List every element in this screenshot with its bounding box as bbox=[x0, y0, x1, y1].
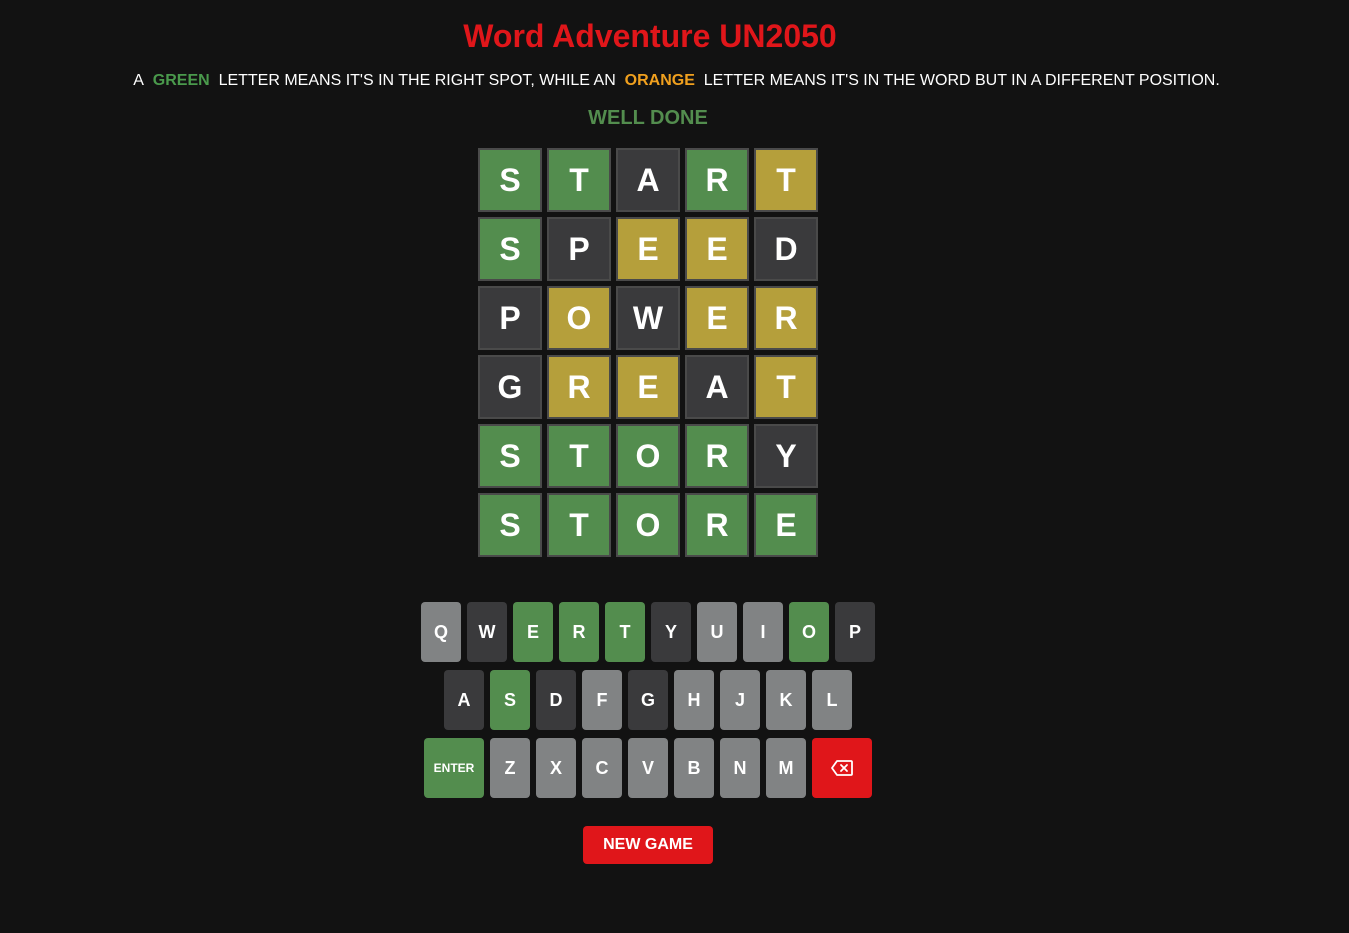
key-y[interactable]: Y bbox=[651, 602, 691, 662]
key-x[interactable]: X bbox=[536, 738, 576, 798]
status-message: WELL DONE bbox=[588, 107, 708, 129]
board-row: STORE bbox=[478, 493, 818, 557]
board-row: GREAT bbox=[478, 355, 818, 419]
board-row: POWER bbox=[478, 286, 818, 350]
board-tile: S bbox=[478, 424, 542, 488]
instructions-middle: LETTER MEANS IT'S IN THE RIGHT SPOT, WHI… bbox=[218, 72, 616, 89]
key-d[interactable]: D bbox=[536, 670, 576, 730]
board-tile: T bbox=[547, 148, 611, 212]
board-tile: T bbox=[547, 424, 611, 488]
board-tile: T bbox=[754, 355, 818, 419]
board-tile: O bbox=[616, 424, 680, 488]
key-o[interactable]: O bbox=[789, 602, 829, 662]
key-p[interactable]: P bbox=[835, 602, 875, 662]
key-c[interactable]: C bbox=[582, 738, 622, 798]
enter-key[interactable]: ENTER bbox=[424, 738, 484, 798]
board-tile: E bbox=[616, 355, 680, 419]
board-tile: D bbox=[754, 217, 818, 281]
board-tile: P bbox=[478, 286, 542, 350]
key-n[interactable]: N bbox=[720, 738, 760, 798]
instructions-suffix: LETTER MEANS IT'S IN THE WORD BUT IN A D… bbox=[703, 72, 1220, 89]
on-screen-keyboard: Q W E R T Y U I O P A S D F G H J K L ENTER Z X C V B N M bbox=[0, 602, 1296, 806]
board-row: SPEED bbox=[478, 217, 818, 281]
board-tile: S bbox=[478, 217, 542, 281]
board-tile: R bbox=[754, 286, 818, 350]
game-board: STARTSPEEDPOWERGREATSTORYSTORE bbox=[478, 148, 818, 562]
board-tile: E bbox=[754, 493, 818, 557]
board-tile: R bbox=[685, 424, 749, 488]
board-row: START bbox=[478, 148, 818, 212]
board-tile: S bbox=[478, 493, 542, 557]
backspace-key[interactable] bbox=[812, 738, 872, 798]
board-tile: T bbox=[547, 493, 611, 557]
key-a[interactable]: A bbox=[444, 670, 484, 730]
key-r[interactable]: R bbox=[559, 602, 599, 662]
board-tile: T bbox=[754, 148, 818, 212]
key-u[interactable]: U bbox=[697, 602, 737, 662]
board-tile: A bbox=[616, 148, 680, 212]
key-b[interactable]: B bbox=[674, 738, 714, 798]
keyboard-row: ASDFGHJKL bbox=[0, 670, 1296, 730]
key-l[interactable]: L bbox=[812, 670, 852, 730]
key-s[interactable]: S bbox=[490, 670, 530, 730]
board-tile: G bbox=[478, 355, 542, 419]
instructions-prefix: A bbox=[133, 72, 144, 89]
instructions: A GREEN LETTER MEANS IT'S IN THE RIGHT S… bbox=[0, 72, 1349, 90]
board-tile: E bbox=[685, 286, 749, 350]
board-tile: P bbox=[547, 217, 611, 281]
board-tile: W bbox=[616, 286, 680, 350]
board-tile: R bbox=[685, 148, 749, 212]
key-q[interactable]: Q bbox=[421, 602, 461, 662]
key-f[interactable]: F bbox=[582, 670, 622, 730]
backspace-icon bbox=[831, 760, 853, 776]
keyboard-row: QWERTYUIOP bbox=[0, 602, 1296, 662]
page-title: Word Adventure UN2050 bbox=[463, 18, 837, 54]
board-tile: O bbox=[616, 493, 680, 557]
key-v[interactable]: V bbox=[628, 738, 668, 798]
key-h[interactable]: H bbox=[674, 670, 714, 730]
board-tile: R bbox=[685, 493, 749, 557]
key-m[interactable]: M bbox=[766, 738, 806, 798]
board-tile: R bbox=[547, 355, 611, 419]
key-t[interactable]: T bbox=[605, 602, 645, 662]
key-w[interactable]: W bbox=[467, 602, 507, 662]
key-z[interactable]: Z bbox=[490, 738, 530, 798]
key-k[interactable]: K bbox=[766, 670, 806, 730]
instructions-orange-word: ORANGE bbox=[624, 72, 695, 89]
board-tile: E bbox=[616, 217, 680, 281]
new-game-button[interactable]: NEW GAME bbox=[583, 826, 713, 864]
board-row: STORY bbox=[478, 424, 818, 488]
instructions-green-word: GREEN bbox=[152, 72, 210, 89]
key-i[interactable]: I bbox=[743, 602, 783, 662]
board-tile: S bbox=[478, 148, 542, 212]
key-e[interactable]: E bbox=[513, 602, 553, 662]
key-g[interactable]: G bbox=[628, 670, 668, 730]
keyboard-row: ENTER Z X C V B N M bbox=[0, 738, 1296, 798]
board-tile: E bbox=[685, 217, 749, 281]
board-tile: Y bbox=[754, 424, 818, 488]
board-tile: A bbox=[685, 355, 749, 419]
board-tile: O bbox=[547, 286, 611, 350]
key-j[interactable]: J bbox=[720, 670, 760, 730]
